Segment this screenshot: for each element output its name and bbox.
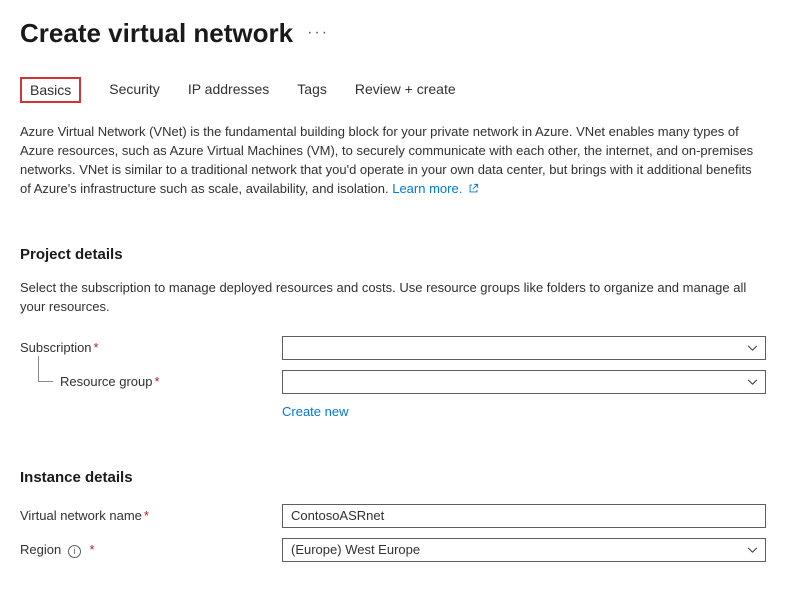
vnet-name-label: Virtual network name* [20, 508, 282, 523]
project-details-desc: Select the subscription to manage deploy… [20, 279, 766, 315]
required-indicator: * [94, 340, 99, 355]
subscription-select[interactable] [282, 336, 766, 360]
required-indicator: * [89, 542, 94, 557]
intro-paragraph: Azure Virtual Network (VNet) is the fund… [20, 123, 766, 198]
instance-details-heading: Instance details [20, 469, 766, 486]
learn-more-link[interactable]: Learn more. [392, 181, 478, 196]
tab-basics[interactable]: Basics [20, 77, 81, 103]
subscription-label: Subscription* [20, 340, 282, 355]
required-indicator: * [144, 508, 149, 523]
resource-group-label: Resource group* [20, 374, 282, 389]
intro-text: Azure Virtual Network (VNet) is the fund… [20, 124, 753, 196]
vnet-name-input[interactable] [282, 504, 766, 528]
tab-bar: Basics Security IP addresses Tags Review… [20, 77, 766, 103]
more-actions-icon[interactable]: ··· [307, 24, 329, 44]
tab-ip-addresses[interactable]: IP addresses [188, 77, 269, 103]
page-title: Create virtual network [20, 18, 293, 49]
info-icon[interactable]: i [68, 545, 81, 558]
region-select[interactable]: (Europe) West Europe [282, 538, 766, 562]
tab-review-create[interactable]: Review + create [355, 77, 456, 103]
tab-security[interactable]: Security [109, 77, 160, 103]
region-label: Region i * [20, 542, 282, 558]
create-new-resource-group-link[interactable]: Create new [282, 404, 348, 419]
project-details-heading: Project details [20, 246, 766, 263]
external-link-icon [464, 182, 478, 196]
required-indicator: * [155, 374, 160, 389]
resource-group-select[interactable] [282, 370, 766, 394]
tab-tags[interactable]: Tags [297, 77, 327, 103]
